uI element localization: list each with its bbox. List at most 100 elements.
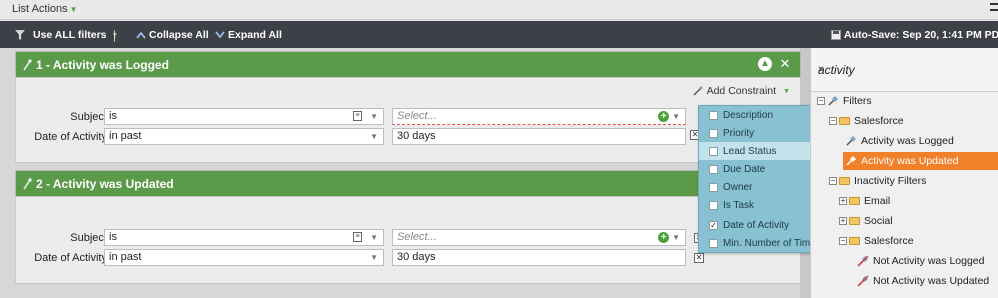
document-icon[interactable]: ≡ [353,232,362,242]
tree-item-label: Email [864,195,891,207]
operator-select[interactable]: is ≡ ▼ [104,108,384,125]
expand-toggle-icon[interactable]: − [829,177,837,185]
remove-filter-button[interactable]: ✕ [778,57,792,71]
wand-icon [828,96,838,106]
add-constraint-label: Add Constraint [706,85,777,97]
document-icon[interactable]: ≡ [353,111,362,121]
filter-header-1: 1 - Activity was Logged ▲ ✕ [16,52,800,77]
clear-search-icon[interactable]: × [818,64,998,75]
autosave-label: Auto-Save: Sep 20, 1:41 PM PDT [844,29,998,41]
filter-sidebar: activity × − Filters − Salesforce Activi… [810,48,998,298]
menu-icon[interactable] [990,3,998,11]
checkbox[interactable] [709,110,718,120]
not-wand-icon [857,255,869,267]
filter-body-1: Add Constraint ▼ Subject: is ≡ ▼ Select..… [15,77,801,163]
tree-item-not-activity-logged[interactable]: Not Activity was Logged [857,252,984,270]
filter-header-2: 2 - Activity was Updated [16,171,800,196]
constraint-row-subject: Subject: [16,108,114,125]
chevron-down-icon: ▼ [370,132,378,141]
menu-item-label: Priority [723,127,755,139]
wand-icon [693,86,703,96]
value-select[interactable]: Select... + ▼ [392,108,686,125]
operator-select[interactable]: is ≡ ▼ [104,229,384,246]
menu-item-label: Is Task [723,199,754,211]
menu-item-label: Min. Number of Times [723,237,821,249]
constraint-row-subject: Subject: [16,229,114,246]
add-icon[interactable]: + [658,111,669,122]
move-up-button[interactable]: ▲ [758,57,772,71]
value-placeholder: Select... [397,110,437,122]
tree-item-label: Inactivity Filters [854,175,927,187]
chevron-down-icon: ▼ [672,112,680,121]
filter-card-2: 2 - Activity was Updated Subject: is ≡ ▼… [15,170,801,284]
operator-value: is [109,231,117,243]
add-constraint-button[interactable]: Add Constraint ▼ [693,85,790,97]
folder-icon [849,197,860,205]
value-field[interactable]: 30 days [392,128,686,145]
filter-toolbar: Use ALL filters ▼ | Collapse All Expand A… [0,21,998,48]
tree-item-label: Salesforce [864,235,914,247]
tree-item-salesforce-inactivity[interactable]: − Salesforce [839,232,914,250]
value-text: 30 days [397,251,436,263]
checkbox[interactable] [709,128,718,138]
expand-toggle-icon[interactable]: − [817,97,825,105]
autosave-status: Auto-Save: Sep 20, 1:41 PM PDT [831,29,998,41]
tree-item-not-activity-updated[interactable]: Not Activity was Updated [857,272,989,290]
checkbox[interactable] [709,182,718,192]
operator-select[interactable]: in past ▼ [104,249,384,266]
filter-title: 2 - Activity was Updated [36,176,174,191]
menu-item-label: Description [723,109,774,121]
operator-value: in past [109,130,142,142]
folder-icon [849,217,860,225]
remove-constraint-icon[interactable]: ✕ [694,253,704,263]
tree-item-label: Salesforce [854,115,904,127]
use-filters-label: Use ALL filters [33,29,107,41]
expand-toggle-icon[interactable]: + [839,217,847,225]
collapse-all-label: Collapse All [149,29,209,41]
tree-item-filters[interactable]: − Filters [817,92,872,110]
tree-item-activity-logged[interactable]: Activity was Logged [845,132,954,150]
expand-icon [215,31,225,39]
checkbox[interactable] [709,238,718,248]
operator-select[interactable]: in past ▼ [104,128,384,145]
checkbox-checked[interactable]: ✓ [709,220,718,230]
tree-item-salesforce[interactable]: − Salesforce [829,112,904,130]
tree-item-label: Filters [843,95,872,107]
menu-item-label: Due Date [723,163,766,175]
expand-toggle-icon[interactable]: − [829,117,837,125]
expand-all-button[interactable]: Expand All [215,29,282,41]
value-placeholder: Select... [397,231,437,243]
sidebar-search[interactable]: activity × [811,48,998,92]
checkbox[interactable] [709,146,718,156]
tree-item-inactivity-filters[interactable]: − Inactivity Filters [829,172,926,190]
checkbox[interactable] [709,200,718,210]
wand-icon [23,58,32,70]
tree-item-label: Not Activity was Updated [873,275,990,287]
folder-icon [839,117,850,125]
value-select[interactable]: Select... + ▼ [392,229,686,246]
folder-icon [839,177,850,185]
tree-item-email[interactable]: + Email [839,192,890,210]
tree-item-social[interactable]: + Social [839,212,893,230]
constraint-row-date: Date of Activity: [16,249,114,266]
tree-item-activity-updated[interactable]: Activity was Updated [843,152,998,170]
wand-icon [846,136,856,146]
chevron-down-icon: ▼ [370,112,378,121]
expand-toggle-icon[interactable]: + [839,197,847,205]
row-label: Date of Activity: [34,251,110,264]
use-filters-button[interactable]: Use ALL filters ▼ [14,29,118,41]
add-icon[interactable]: + [658,232,669,243]
operator-value: is [109,110,117,122]
chevron-down-icon: ▼ [370,253,378,262]
operator-value: in past [109,251,142,263]
filter-title: 1 - Activity was Logged [36,57,169,72]
checkbox[interactable] [709,164,718,174]
expand-toggle-icon[interactable]: − [839,237,847,245]
menu-item-label: Lead Status [723,145,777,157]
row-label: Subject: [70,231,110,244]
list-actions-menu[interactable]: List Actions ▼ [12,3,78,15]
collapse-all-button[interactable]: Collapse All [136,29,209,41]
funnel-icon [15,30,25,40]
value-field[interactable]: 30 days [392,249,686,266]
row-label: Subject: [70,110,110,123]
